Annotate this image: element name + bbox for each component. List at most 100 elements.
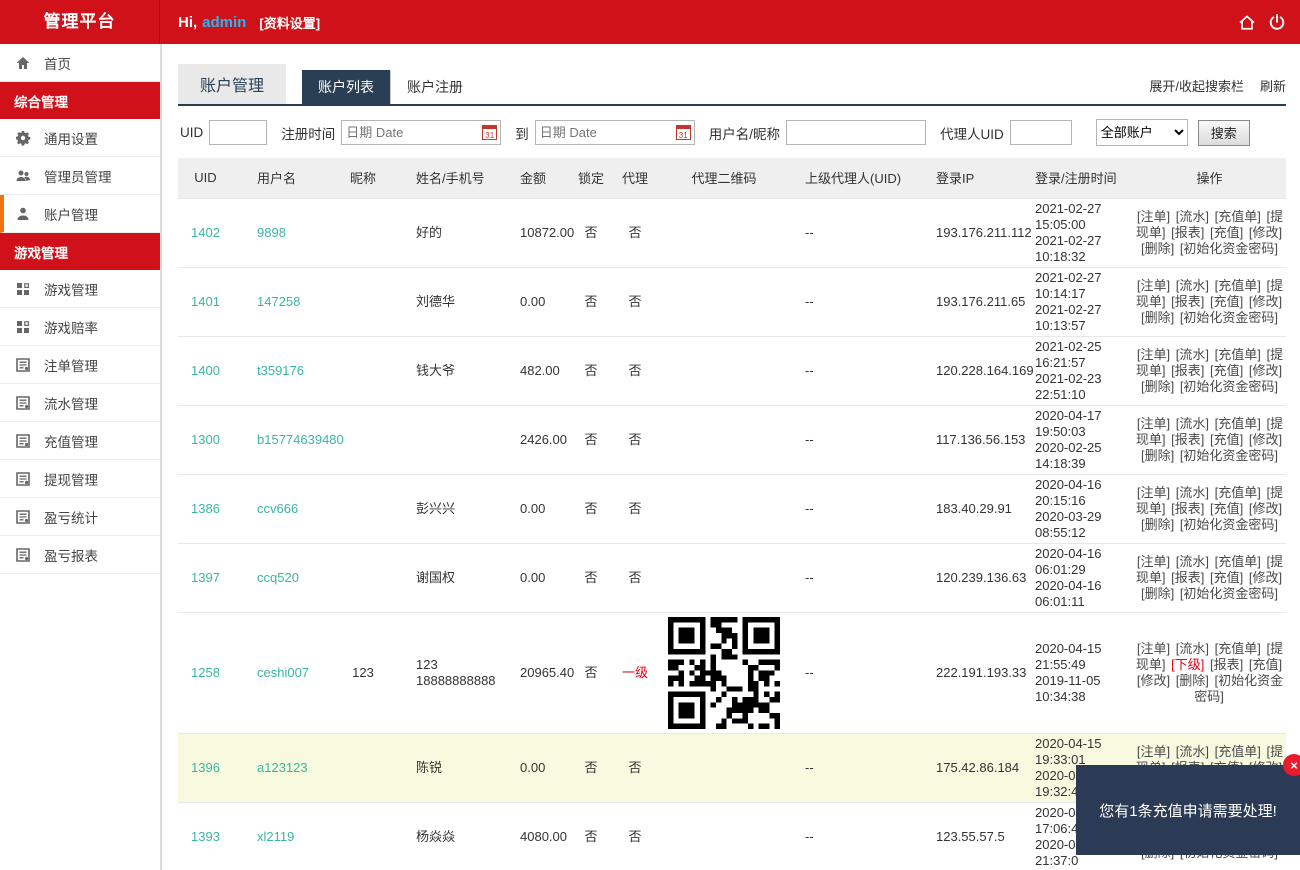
action-link[interactable]: [充值单] [1215, 554, 1261, 569]
action-link[interactable]: [删除] [1141, 310, 1174, 325]
action-link[interactable]: [删除] [1141, 517, 1174, 532]
sidebar-item-4[interactable]: 账户管理 [0, 195, 160, 233]
action-link[interactable]: [修改] [1249, 501, 1282, 516]
cell-uid[interactable]: 1400 [178, 336, 233, 405]
action-link[interactable]: [流水] [1176, 744, 1209, 759]
cell-username[interactable]: a123123 [233, 733, 323, 802]
action-link[interactable]: [流水] [1176, 416, 1209, 431]
action-link[interactable]: [充值单] [1215, 485, 1261, 500]
action-link[interactable]: [充值] [1210, 225, 1243, 240]
sidebar-item-3[interactable]: 管理员管理 [0, 157, 160, 195]
action-link[interactable]: [充值] [1210, 432, 1243, 447]
action-link[interactable]: [注单] [1137, 416, 1170, 431]
date-to-input[interactable] [535, 120, 695, 145]
action-link[interactable]: [注单] [1137, 641, 1170, 656]
recharge-toast[interactable]: 您有1条充值申请需要处理! × [1076, 765, 1300, 855]
action-link[interactable]: [修改] [1249, 294, 1282, 309]
cell-uid[interactable]: 1393 [178, 802, 233, 870]
action-link[interactable]: [报表] [1171, 294, 1204, 309]
action-link[interactable]: [报表] [1171, 225, 1204, 240]
action-link[interactable]: [删除] [1141, 241, 1174, 256]
sidebar-item-10[interactable]: 充值管理 [0, 422, 160, 460]
action-link[interactable]: [流水] [1176, 347, 1209, 362]
sidebar-item-8[interactable]: 注单管理 [0, 346, 160, 384]
action-link[interactable]: [修改] [1249, 363, 1282, 378]
sidebar-item-13[interactable]: 盈亏报表 [0, 536, 160, 574]
account-type-select[interactable]: 全部账户 [1096, 119, 1188, 146]
action-link[interactable]: [修改] [1249, 570, 1282, 585]
action-link[interactable]: [删除] [1176, 673, 1209, 688]
sidebar-item-12[interactable]: 盈亏统计 [0, 498, 160, 536]
cell-uid[interactable]: 1402 [178, 198, 233, 267]
cell-username[interactable]: b15774639480 [233, 405, 323, 474]
module-tab-account-management[interactable]: 账户管理 [178, 64, 286, 104]
action-link[interactable]: [修改] [1137, 673, 1170, 688]
home-icon[interactable] [1238, 13, 1256, 31]
action-link[interactable]: [充值] [1210, 570, 1243, 585]
cell-username[interactable]: ccq520 [233, 543, 323, 612]
action-link[interactable]: [注单] [1137, 744, 1170, 759]
sidebar-item-6[interactable]: 游戏管理 [0, 270, 160, 308]
action-link[interactable]: [报表] [1171, 570, 1204, 585]
action-link[interactable]: [删除] [1141, 586, 1174, 601]
action-link[interactable]: [充值] [1210, 501, 1243, 516]
cell-username[interactable]: t359176 [233, 336, 323, 405]
action-link[interactable]: [删除] [1141, 448, 1174, 463]
action-link[interactable]: [充值单] [1215, 641, 1261, 656]
sidebar-item-9[interactable]: 流水管理 [0, 384, 160, 422]
cell-uid[interactable]: 1386 [178, 474, 233, 543]
action-link[interactable]: [初始化资金密码] [1180, 448, 1278, 463]
action-link[interactable]: [报表] [1171, 363, 1204, 378]
toggle-search-link[interactable]: 展开/收起搜索栏 [1149, 76, 1244, 95]
calendar-icon[interactable]: 31 [676, 125, 691, 140]
action-link[interactable]: [注单] [1137, 278, 1170, 293]
cell-username[interactable]: ceshi007 [233, 612, 323, 733]
action-link[interactable]: [流水] [1176, 209, 1209, 224]
action-link[interactable]: [充值] [1210, 294, 1243, 309]
cell-username[interactable]: ccv666 [233, 474, 323, 543]
action-link[interactable]: [充值单] [1215, 278, 1261, 293]
cell-uid[interactable]: 1397 [178, 543, 233, 612]
action-link[interactable]: [初始化资金密码] [1180, 310, 1278, 325]
action-link[interactable]: [流水] [1176, 278, 1209, 293]
date-from-input[interactable] [341, 120, 501, 145]
refresh-link[interactable]: 刷新 [1260, 76, 1286, 95]
action-link[interactable]: [初始化资金密码] [1180, 586, 1278, 601]
calendar-icon[interactable]: 31 [482, 125, 497, 140]
action-link[interactable]: [下级] [1171, 657, 1204, 672]
action-link[interactable]: [充值] [1210, 363, 1243, 378]
cell-uid[interactable]: 1401 [178, 267, 233, 336]
power-logout-icon[interactable] [1268, 13, 1286, 31]
action-link[interactable]: [注单] [1137, 209, 1170, 224]
action-link[interactable]: [充值单] [1215, 416, 1261, 431]
action-link[interactable]: [注单] [1137, 347, 1170, 362]
action-link[interactable]: [初始化资金密码] [1180, 517, 1278, 532]
sidebar-item-0[interactable]: 首页 [0, 44, 160, 82]
action-link[interactable]: [流水] [1176, 554, 1209, 569]
toast-close-icon[interactable]: × [1283, 754, 1300, 776]
uid-input[interactable] [209, 120, 267, 145]
action-link[interactable]: [初始化资金密码] [1180, 379, 1278, 394]
cell-uid[interactable]: 1258 [178, 612, 233, 733]
cell-username[interactable]: 147258 [233, 267, 323, 336]
tab-account-register[interactable]: 账户注册 [390, 70, 479, 104]
action-link[interactable]: [流水] [1176, 641, 1209, 656]
sidebar-item-11[interactable]: 提现管理 [0, 460, 160, 498]
agent-uid-input[interactable] [1010, 120, 1072, 145]
username-nickname-input[interactable] [786, 120, 926, 145]
action-link[interactable]: [充值] [1249, 657, 1282, 672]
action-link[interactable]: [报表] [1210, 657, 1243, 672]
action-link[interactable]: [初始化资金密码] [1180, 241, 1278, 256]
sidebar-item-2[interactable]: 通用设置 [0, 119, 160, 157]
action-link[interactable]: [充值单] [1215, 744, 1261, 759]
action-link[interactable]: [流水] [1176, 485, 1209, 500]
action-link[interactable]: [删除] [1141, 379, 1174, 394]
action-link[interactable]: [注单] [1137, 554, 1170, 569]
sidebar-item-7[interactable]: 游戏赔率 [0, 308, 160, 346]
cell-uid[interactable]: 1300 [178, 405, 233, 474]
cell-uid[interactable]: 1396 [178, 733, 233, 802]
action-link[interactable]: [报表] [1171, 432, 1204, 447]
action-link[interactable]: [注单] [1137, 485, 1170, 500]
cell-username[interactable]: 9898 [233, 198, 323, 267]
cell-username[interactable]: xl2119 [233, 802, 323, 870]
